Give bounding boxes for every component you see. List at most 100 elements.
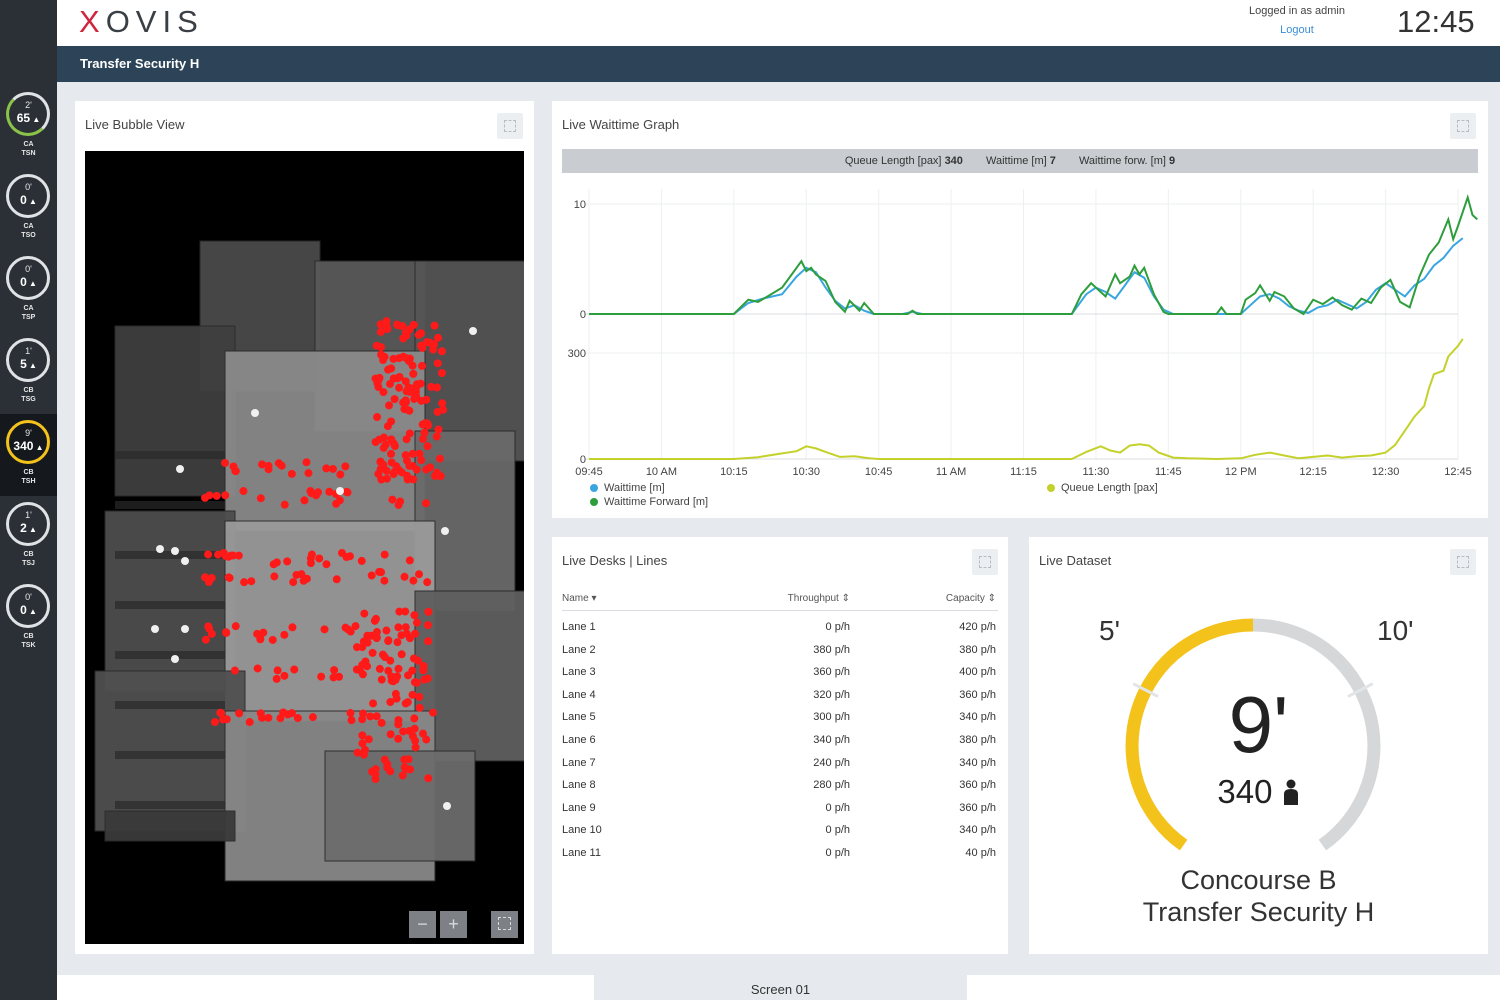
person-icon: ▲	[26, 525, 37, 534]
column-capacity[interactable]: Capacity ⇕	[946, 593, 996, 604]
table-row[interactable]: Lane 1 0 p/h 420 p/h	[562, 621, 998, 643]
sidebar-code-checkpoint: TSH	[21, 478, 36, 485]
table-row[interactable]: Lane 4 320 p/h 360 p/h	[562, 689, 998, 711]
person-dot	[386, 730, 395, 739]
sidebar-count: 0 ▲	[0, 603, 57, 617]
screen-tab[interactable]: Screen 01	[594, 975, 967, 1000]
lane-throughput: 360 p/h	[813, 666, 850, 679]
sidebar-item-tsn[interactable]: 2' 65 ▲ CA TSN	[0, 86, 57, 168]
sidebar-item-tso[interactable]: 0' 0 ▲ CA TSO	[0, 168, 57, 250]
person-dot	[212, 491, 221, 500]
camera-tile	[324, 750, 476, 862]
lane-throughput: 300 p/h	[813, 711, 850, 724]
sidebar-code: CB TSJ	[0, 550, 57, 568]
sidebar-count: 340 ▲	[0, 439, 57, 453]
table-row[interactable]: Lane 10 0 p/h 340 p/h	[562, 824, 998, 846]
legend-dot-waittime	[590, 484, 598, 493]
person-dot	[420, 428, 429, 437]
person-dot	[427, 382, 436, 391]
zoom-in-button[interactable]: +	[440, 911, 467, 938]
person-dot	[395, 607, 404, 616]
person-dot-idle	[181, 625, 189, 633]
fit-view-button[interactable]	[491, 911, 518, 938]
sidebar-count-value: 2	[20, 521, 27, 535]
table-row[interactable]: Lane 3 360 p/h 400 p/h	[562, 666, 998, 688]
sidebar-minutes: 0'	[25, 264, 32, 274]
person-dot	[434, 425, 443, 434]
bubble-map[interactable]: − +	[85, 151, 524, 944]
person-dot	[400, 572, 409, 581]
series-waittime	[589, 237, 1464, 315]
person-dot	[307, 550, 316, 559]
person-dot	[410, 611, 419, 620]
person-dot	[272, 558, 281, 567]
sidebar-code-checkpoint: TSN	[21, 150, 36, 157]
x-tick-label: 11:15	[1010, 466, 1037, 478]
person-dot	[418, 361, 427, 370]
person-dot	[424, 637, 433, 646]
table-row[interactable]: Lane 2 380 p/h 380 p/h	[562, 644, 998, 666]
person-dot	[367, 571, 376, 580]
sidebar-item-tsj[interactable]: 1' 2 ▲ CB TSJ	[0, 496, 57, 578]
table-row[interactable]: Lane 5 300 p/h 340 p/h	[562, 711, 998, 733]
table-row[interactable]: Lane 11 0 p/h 40 p/h	[562, 847, 998, 869]
person-dot-idle	[171, 547, 179, 555]
sort-icon: ⇕	[987, 593, 996, 604]
y-tick-label: 300	[568, 348, 586, 360]
person-dot	[405, 461, 414, 470]
expand-icon[interactable]	[497, 113, 523, 139]
page-title: Transfer Security H	[80, 56, 200, 71]
sidebar-item-tsg[interactable]: 1' 5 ▲ CB TSG	[0, 332, 57, 414]
sort-down-icon: ▾	[591, 593, 597, 604]
sidebar-minutes: 2'	[25, 100, 32, 110]
person-dot	[283, 557, 292, 566]
table-row[interactable]: Lane 6 340 p/h 380 p/h	[562, 734, 998, 756]
person-icon	[1283, 779, 1298, 805]
person-dot	[229, 462, 238, 471]
table-row[interactable]: Lane 9 0 p/h 360 p/h	[562, 802, 998, 824]
person-dot	[353, 748, 362, 757]
logout-link[interactable]: Logout	[1227, 24, 1367, 36]
person-dot	[336, 470, 345, 479]
table-row[interactable]: Lane 8 280 p/h 360 p/h	[562, 779, 998, 801]
expand-icon[interactable]	[1450, 113, 1476, 139]
person-dot	[221, 491, 230, 500]
person-dot	[387, 676, 396, 685]
person-dot-idle	[443, 802, 451, 810]
sidebar-item-tsp[interactable]: 0' 0 ▲ CA TSP	[0, 250, 57, 332]
zoom-out-button[interactable]: −	[409, 911, 436, 938]
lane-throughput: 0 p/h	[825, 824, 850, 837]
expand-icon[interactable]	[972, 549, 998, 575]
person-dot	[377, 568, 386, 577]
person-dot	[385, 401, 394, 410]
person-dot	[412, 465, 421, 474]
person-dot	[423, 578, 432, 587]
bubble-view-panel: Live Bubble View − +	[75, 101, 534, 954]
person-dot	[386, 656, 395, 665]
person-icon: ▲	[26, 197, 37, 206]
column-name[interactable]: Name ▾	[562, 593, 597, 604]
person-dot	[204, 622, 213, 631]
person-dot	[231, 622, 240, 631]
sidebar-item-tsk[interactable]: 0' 0 ▲ CB TSK	[0, 578, 57, 660]
person-dot	[382, 466, 391, 475]
sidebar-item-tsh[interactable]: 9' 340 ▲ CB TSH	[0, 414, 57, 496]
sidebar-count: 2 ▲	[0, 521, 57, 535]
series-waittime-forward	[589, 193, 1478, 316]
logo: XOVIS	[79, 4, 204, 40]
x-tick-label: 11 AM	[936, 466, 966, 478]
sidebar-count-value: 0	[20, 275, 27, 289]
person-dot	[317, 672, 326, 681]
person-dot	[433, 468, 442, 477]
table-row[interactable]: Lane 7 240 p/h 340 p/h	[562, 757, 998, 779]
person-dot	[403, 475, 412, 484]
sidebar-code-checkpoint: TSJ	[22, 560, 35, 567]
sidebar-count: 0 ▲	[0, 193, 57, 207]
person-dot	[421, 499, 430, 508]
legend-waittime: Waittime [m]	[590, 482, 665, 494]
waittime-label: Waittime [m]	[985, 155, 1047, 167]
person-dot	[376, 327, 385, 336]
column-throughput[interactable]: Throughput ⇕	[788, 593, 850, 604]
person-dot	[330, 666, 339, 675]
waittime-forward-value: 9	[1169, 155, 1176, 167]
